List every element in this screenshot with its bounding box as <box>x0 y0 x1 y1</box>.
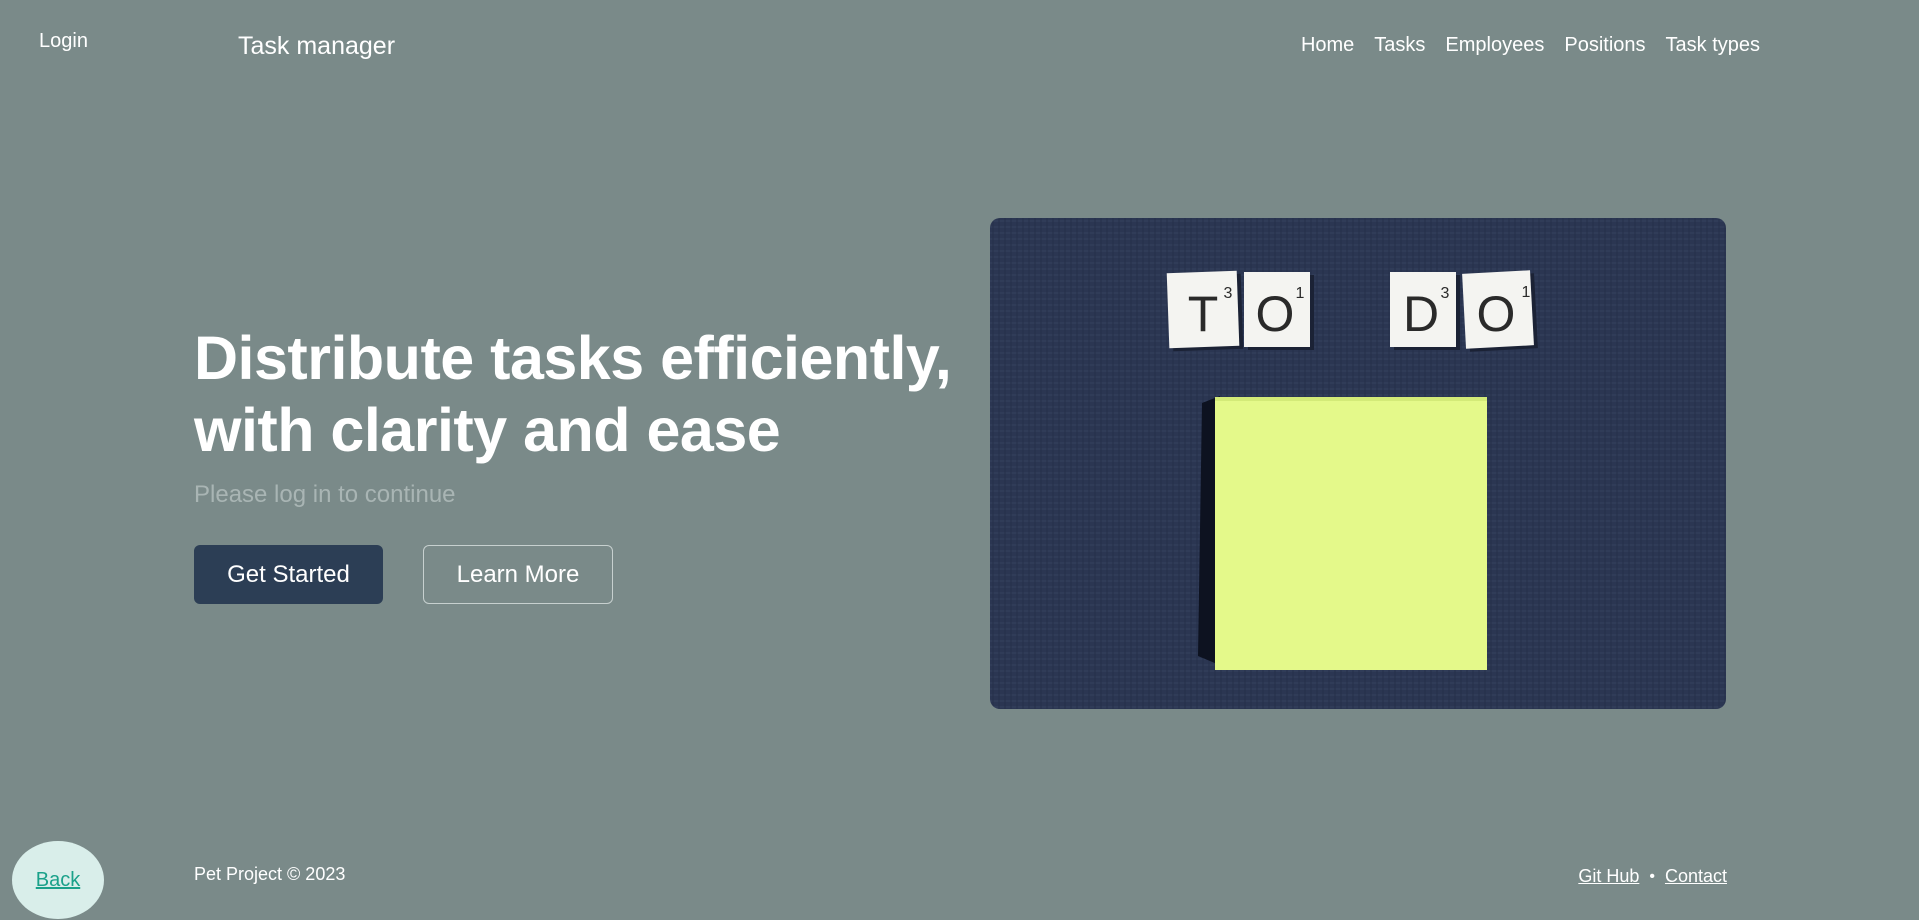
sticky-note <box>1198 396 1487 670</box>
hero-image: T 3 O 1 D 3 O 1 <box>990 218 1726 709</box>
nav-link-tasks[interactable]: Tasks <box>1374 34 1425 56</box>
learn-more-button[interactable]: Learn More <box>423 545 613 604</box>
tile-score: 3 <box>1441 285 1450 302</box>
tile-score: 1 <box>1522 284 1531 301</box>
brand-title: Task manager <box>238 32 396 60</box>
tile-score: 3 <box>1224 285 1233 302</box>
letter-tile-2: O 1 <box>1244 272 1314 350</box>
tile-letter: O <box>1477 286 1516 342</box>
nav-item-positions[interactable]: Positions <box>1564 34 1645 57</box>
todo-illustration: T 3 O 1 D 3 O 1 <box>990 218 1726 709</box>
nav-link-positions[interactable]: Positions <box>1564 34 1645 56</box>
hero-subtitle: Please log in to continue <box>194 481 456 508</box>
nav-link-home[interactable]: Home <box>1301 34 1354 56</box>
nav-item-task-types[interactable]: Task types <box>1666 34 1760 57</box>
nav-link-task-types[interactable]: Task types <box>1666 34 1760 56</box>
nav-item-home[interactable]: Home <box>1301 34 1354 57</box>
nav-item-tasks[interactable]: Tasks <box>1374 34 1425 57</box>
letter-tile-1: T 3 <box>1166 270 1244 352</box>
contact-link[interactable]: Contact <box>1665 866 1727 887</box>
main-nav: Home Tasks Employees Positions Task type… <box>1301 34 1760 57</box>
tile-letter: O <box>1256 286 1295 342</box>
back-button[interactable]: Back <box>12 841 104 919</box>
login-link[interactable]: Login <box>39 30 88 53</box>
footer-copyright: Pet Project © 2023 <box>194 864 346 884</box>
footer-separator: • <box>1649 867 1655 885</box>
hero-title-line-1: Distribute tasks efficiently, <box>194 324 952 392</box>
github-link[interactable]: Git Hub <box>1578 866 1639 887</box>
tile-letter: D <box>1403 286 1439 342</box>
nav-link-employees[interactable]: Employees <box>1445 34 1544 56</box>
letter-tile-4: O 1 <box>1462 270 1538 352</box>
footer-links: Git Hub • Contact <box>1578 866 1727 887</box>
tile-score: 1 <box>1296 285 1305 302</box>
nav-item-employees[interactable]: Employees <box>1445 34 1544 57</box>
tile-letter: T <box>1188 286 1219 342</box>
letter-tile-3: D 3 <box>1390 272 1460 350</box>
get-started-button[interactable]: Get Started <box>194 545 383 604</box>
hero-title-line-2: with clarity and ease <box>194 396 781 464</box>
hero-title: Distribute tasks efficiently, with clari… <box>194 322 952 466</box>
